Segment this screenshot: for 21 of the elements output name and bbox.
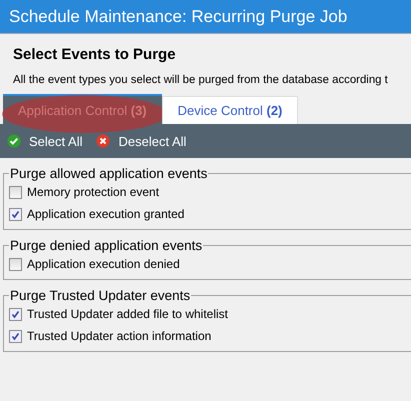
checkbox[interactable] [9, 208, 22, 220]
checkbox[interactable] [9, 308, 22, 320]
checkbox[interactable] [9, 330, 22, 342]
checkbox[interactable] [9, 186, 22, 198]
checkbox-label: Memory protection event [27, 185, 160, 199]
group-title: Purge allowed application events [9, 166, 208, 181]
group-title: Purge denied application events [9, 238, 204, 253]
checkbox-label: Trusted Updater added file to whitelist [27, 307, 228, 321]
checkbox-label: Application execution denied [27, 257, 180, 271]
checkbox-label: Trusted Updater action information [27, 329, 212, 343]
toolbar-button[interactable]: Deselect All [94, 134, 188, 148]
close-icon [96, 134, 110, 148]
description-text: All the event types you select will be purged from the database according t [12, 73, 389, 88]
checkbox[interactable] [9, 258, 22, 270]
toolbar-button[interactable]: Select All [5, 134, 84, 148]
check-icon [7, 134, 21, 148]
checkbox-label: Application execution granted [27, 207, 184, 221]
group-title: Purge Trusted Updater events [9, 288, 192, 303]
window-title: Schedule Maintenance: Recurring Purge Job [9, 6, 348, 26]
tab[interactable]: Device Control (2) [162, 96, 298, 124]
section-heading: Select Events to Purge [12, 45, 177, 65]
